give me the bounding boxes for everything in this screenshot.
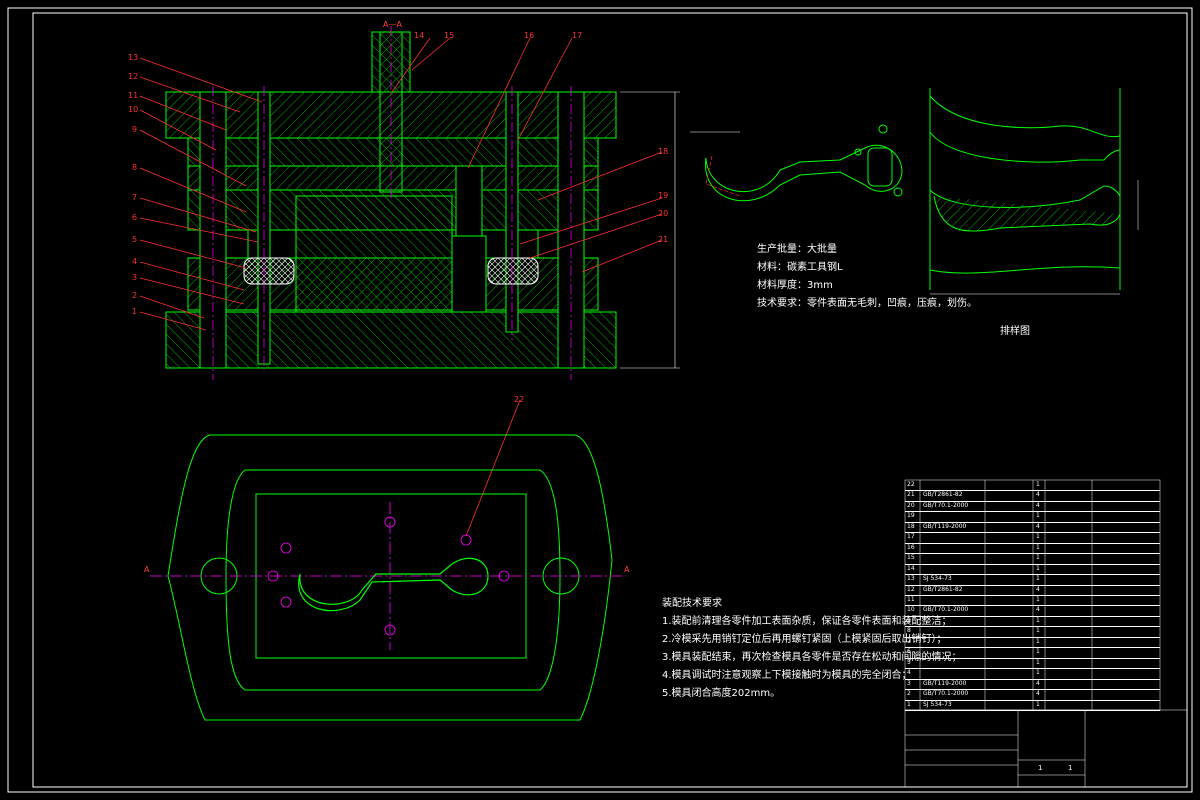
bom-cell-qty: 4 [1036,522,1040,530]
rubber-spring-right [487,257,539,285]
bom-cell-qty: 1 [1036,543,1040,551]
bom-cell-qty: 4 [1036,585,1040,593]
spec-material: 材料：碳素工具钢L [757,262,843,273]
bom-cell-std: GB/T119-2000 [923,522,967,530]
bom-cell-no: 2 [907,690,911,698]
bom-cell-qty: 4 [1036,606,1040,614]
bom-cell-qty: 4 [1036,491,1040,499]
bom-cell-qty: 1 [1036,627,1040,635]
strip-layout-label: 排样图 [1000,324,1030,337]
bom-cell-qty: 1 [1036,564,1040,572]
bom-cell-no: 22 [907,481,915,488]
part-number: 22 [514,395,524,404]
tech-req-item: 1.装配前清理各零件加工表面杂质，保证各零件表面和装配整洁； [662,616,952,627]
part-number: 1 [132,307,137,316]
bom-cell-qty: 1 [1036,512,1040,520]
part-number: 12 [128,72,138,81]
tech-req-item: 2.冷模采先用销钉定位后再用螺钉紧固（上模紧固后取出销钉）； [662,634,947,645]
part-number: 19 [658,191,668,200]
bom-cell-qty: 1 [1036,616,1040,624]
spec-batch: 生产批量：大批量 [757,244,837,255]
part-number: 9 [132,125,137,134]
rubber-spring-left [243,257,295,285]
spec-requirements: 技术要求：零件表面无毛刺，凹痕，压痕，划伤。 [757,298,977,309]
bom-cell-qty: 1 [1036,554,1040,562]
tech-req-item: 5.模具闭合高度202mm。 [662,688,781,699]
lower-bolster [165,311,617,369]
part-number: 13 [128,53,138,62]
bom-cell-qty: 4 [1036,690,1040,698]
bom-cell-std: GB/T70.1-2000 [923,501,969,509]
main-punch [295,195,453,313]
bom-cell-no: 21 [907,491,915,499]
bom-cell-qty: 4 [1036,679,1040,687]
bom-cell-qty: 1 [1036,669,1040,677]
strip-layout [929,88,1139,295]
bom-cell-no: 13 [907,575,915,583]
pierce-punch [455,165,483,237]
bom-cell-qty: 4 [1036,501,1040,509]
part-number: 20 [658,209,668,218]
bom-cell-std: SJ 534-73 [923,700,952,708]
part-number: 15 [444,31,454,40]
part-number: 18 [658,147,668,156]
bom-cell-no: 14 [907,564,915,572]
bom-cell-std: GB/T2861-82 [923,585,963,593]
bom-cell-no: 15 [907,554,915,562]
bom-cell-std: GB/T70.1-2000 [923,690,969,698]
bom-cell-no: 12 [907,585,915,593]
bom-cell-qty: 1 [1036,575,1040,583]
bom-cell-qty: 1 [1036,658,1040,666]
part-number: 10 [128,105,138,114]
sheet-number: 1 [1068,764,1073,772]
bom-cell-std: SJ 534-73 [923,575,952,583]
section-label: A—A [383,20,402,29]
part-number: 11 [128,91,138,100]
bom-cell-qty: 1 [1036,700,1040,708]
section-view: A—A [165,20,680,380]
workpiece-view [690,124,903,202]
part-number: 2 [132,291,137,300]
bom-cell-no: 19 [907,512,915,520]
plan-view: A A [144,434,630,721]
bom-row: 1 SJ 534-73 1 [905,700,1160,711]
bom-cell-no: 16 [907,543,915,551]
bom-cell-no: 18 [907,522,915,530]
bom-cell-no: 11 [907,596,915,603]
bom-cell-std: GB/T2861-82 [923,491,963,499]
part-number: 8 [132,163,137,172]
bom-cell-no: 20 [907,501,915,509]
part-number: 7 [132,193,137,202]
tech-req-title: 装配技术要求 [662,598,722,609]
part-number: 14 [414,31,424,40]
bom-cell-qty: 1 [1036,596,1040,603]
section-mark-right: A [624,565,630,574]
tech-req-item: 3.模具装配结束，再次检查模具各零件是否存在松动和间隙的情况； [662,652,962,663]
spec-thickness: 材料厚度：3mm [757,280,833,291]
section-mark-left: A [144,565,150,574]
part-number: 21 [658,235,668,244]
part-number: 17 [572,31,582,40]
bom-cell-qty: 1 [1036,533,1040,541]
bom-cell-no: 1 [907,700,911,708]
workpiece-plan [298,557,489,612]
bom-cell-std: GB/T119-2000 [923,679,967,687]
bom-cell-no: 17 [907,533,915,541]
part-number: 6 [132,213,137,222]
part-number: 3 [132,273,137,282]
part-number: 5 [132,235,137,244]
bom-cell-qty: 1 [1036,637,1040,645]
part-number: 4 [132,257,137,266]
part-number: 16 [524,31,534,40]
tech-req-item: 4.模具调试时注意观察上下模接触时为模具的完全闭合； [662,670,912,681]
sheet-count: 1 [1038,764,1043,772]
bom-cell-qty: 1 [1036,648,1040,656]
bom-cell-qty: 1 [1036,481,1040,488]
